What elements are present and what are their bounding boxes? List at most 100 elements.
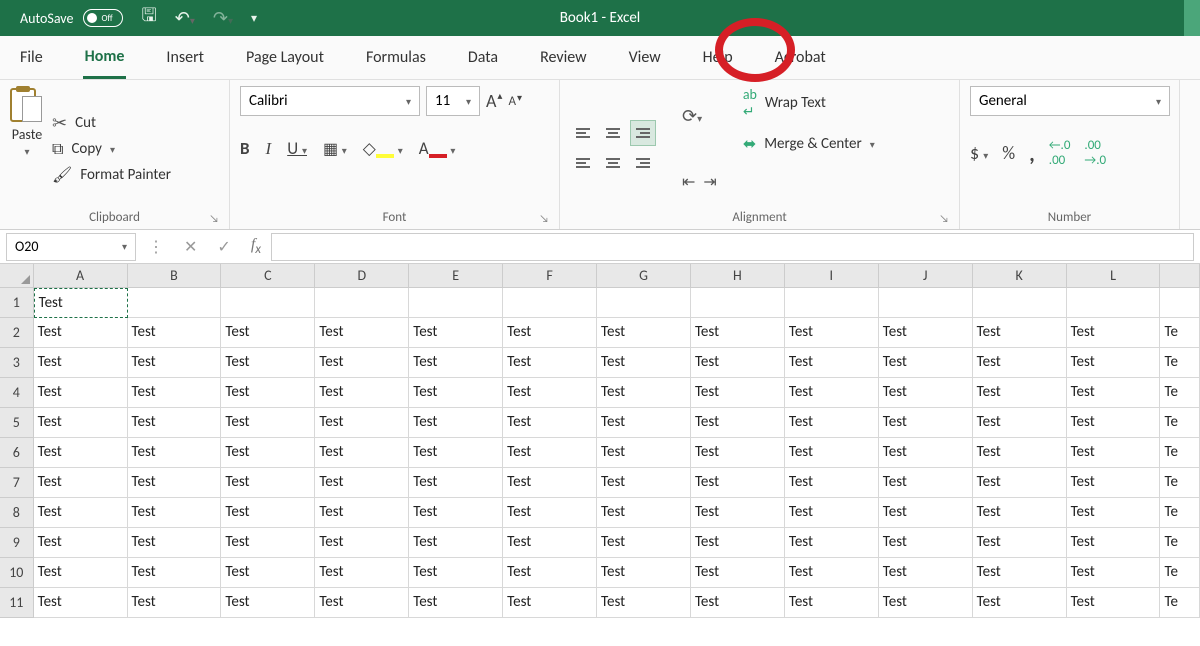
cell[interactable]: Test bbox=[691, 468, 785, 498]
increase-decimal-button[interactable]: ←.0.00 bbox=[1049, 138, 1071, 168]
decrease-decimal-button[interactable]: .00→.0 bbox=[1084, 138, 1106, 168]
cell[interactable]: Test bbox=[973, 408, 1067, 438]
copy-button[interactable]: ⧉ Copy ▾ bbox=[52, 140, 171, 159]
cell[interactable]: Test bbox=[973, 498, 1067, 528]
row-header[interactable]: 6 bbox=[0, 438, 34, 468]
cell[interactable]: Test bbox=[879, 468, 973, 498]
row-header[interactable]: 3 bbox=[0, 348, 34, 378]
cell[interactable]: Test bbox=[879, 498, 973, 528]
row-header[interactable]: 7 bbox=[0, 468, 34, 498]
cell[interactable]: Test bbox=[785, 378, 879, 408]
cell[interactable]: Test bbox=[221, 408, 315, 438]
cell[interactable]: Test bbox=[973, 438, 1067, 468]
cell[interactable]: Test bbox=[691, 498, 785, 528]
cell[interactable]: Te bbox=[1160, 318, 1200, 348]
tab-view[interactable]: View bbox=[627, 38, 663, 77]
cell[interactable]: Test bbox=[221, 468, 315, 498]
tab-file[interactable]: File bbox=[18, 38, 45, 77]
cell[interactable]: Test bbox=[1067, 348, 1161, 378]
row-header[interactable]: 4 bbox=[0, 378, 34, 408]
cell[interactable]: Test bbox=[315, 498, 409, 528]
cell[interactable]: Test bbox=[597, 468, 691, 498]
cell[interactable]: Te bbox=[1160, 498, 1200, 528]
cell[interactable]: Test bbox=[503, 588, 597, 618]
cell[interactable]: Test bbox=[34, 558, 128, 588]
cell[interactable] bbox=[503, 288, 597, 318]
cell[interactable]: Test bbox=[409, 318, 503, 348]
tab-home[interactable]: Home bbox=[83, 37, 127, 79]
cell[interactable]: Test bbox=[597, 498, 691, 528]
tab-data[interactable]: Data bbox=[466, 38, 500, 77]
cell[interactable]: Test bbox=[785, 558, 879, 588]
cell[interactable]: Test bbox=[597, 558, 691, 588]
cell[interactable]: Test bbox=[503, 558, 597, 588]
cell[interactable]: Te bbox=[1160, 558, 1200, 588]
bold-button[interactable]: B bbox=[240, 138, 250, 159]
cell[interactable]: Test bbox=[221, 378, 315, 408]
cell[interactable]: Test bbox=[503, 348, 597, 378]
cell[interactable]: Test bbox=[691, 318, 785, 348]
cell[interactable]: Test bbox=[597, 408, 691, 438]
align-top-center[interactable] bbox=[600, 120, 626, 146]
fill-color-button[interactable]: ◇ ▾ bbox=[363, 138, 403, 159]
row-header[interactable]: 2 bbox=[0, 318, 34, 348]
row-header[interactable]: 10 bbox=[0, 558, 34, 588]
tab-help[interactable]: Help bbox=[701, 38, 735, 77]
cell[interactable] bbox=[315, 288, 409, 318]
cell[interactable]: Test bbox=[409, 378, 503, 408]
number-format-select[interactable]: General▾ bbox=[970, 86, 1170, 116]
cell[interactable]: Te bbox=[1160, 438, 1200, 468]
clipboard-launcher-icon[interactable]: ↘ bbox=[209, 212, 219, 225]
cell[interactable] bbox=[785, 288, 879, 318]
cell[interactable]: Test bbox=[128, 438, 222, 468]
cell[interactable]: Test bbox=[315, 468, 409, 498]
increase-font-icon[interactable]: A▴ bbox=[486, 90, 502, 112]
cell[interactable]: Test bbox=[128, 498, 222, 528]
align-top-left[interactable] bbox=[570, 120, 596, 146]
row-header[interactable]: 1 bbox=[0, 288, 34, 318]
align-top-right[interactable] bbox=[630, 120, 656, 146]
cell[interactable]: Test bbox=[597, 588, 691, 618]
align-bottom-center[interactable] bbox=[600, 150, 626, 176]
cell[interactable]: Test bbox=[128, 378, 222, 408]
cell[interactable]: Te bbox=[1160, 588, 1200, 618]
cell[interactable]: Test bbox=[315, 348, 409, 378]
cell[interactable]: Test bbox=[691, 438, 785, 468]
qat-customize-icon[interactable]: ▾ bbox=[251, 11, 257, 26]
cell[interactable]: Test bbox=[597, 318, 691, 348]
cell[interactable] bbox=[1160, 288, 1200, 318]
cell[interactable]: Test bbox=[409, 498, 503, 528]
cell[interactable]: Test bbox=[34, 288, 128, 318]
cell[interactable]: Test bbox=[691, 558, 785, 588]
cell[interactable]: Test bbox=[128, 468, 222, 498]
decrease-indent-button[interactable]: ⇤ bbox=[682, 172, 695, 192]
col-header[interactable]: H bbox=[691, 264, 785, 288]
cell[interactable]: Test bbox=[128, 408, 222, 438]
row-header[interactable]: 5 bbox=[0, 408, 34, 438]
borders-button[interactable]: ▦ ▾ bbox=[323, 139, 347, 159]
cell[interactable]: Test bbox=[785, 438, 879, 468]
cell[interactable]: Test bbox=[221, 438, 315, 468]
accounting-format-button[interactable]: $ ▾ bbox=[970, 142, 988, 164]
cell[interactable]: Test bbox=[34, 438, 128, 468]
cell[interactable] bbox=[973, 288, 1067, 318]
paste-dropdown-icon[interactable]: ▾ bbox=[24, 145, 29, 158]
cell[interactable]: Test bbox=[1067, 588, 1161, 618]
cut-button[interactable]: ✂ Cut bbox=[52, 112, 171, 134]
cell[interactable]: Test bbox=[409, 588, 503, 618]
formula-input[interactable] bbox=[271, 233, 1194, 261]
decrease-font-icon[interactable]: A▾ bbox=[508, 94, 522, 109]
cell[interactable]: Test bbox=[128, 348, 222, 378]
cell[interactable]: Test bbox=[34, 378, 128, 408]
cell[interactable]: Test bbox=[973, 378, 1067, 408]
cell[interactable]: Test bbox=[597, 528, 691, 558]
cell[interactable]: Test bbox=[973, 318, 1067, 348]
merge-dropdown-icon[interactable]: ▾ bbox=[870, 138, 875, 151]
cell[interactable]: Test bbox=[691, 588, 785, 618]
col-header[interactable]: B bbox=[128, 264, 222, 288]
cell[interactable]: Test bbox=[879, 558, 973, 588]
format-painter-button[interactable]: 🖌 Format Painter bbox=[52, 165, 171, 185]
cell[interactable]: Test bbox=[409, 348, 503, 378]
undo-icon[interactable]: ↶▾ bbox=[175, 7, 195, 29]
align-bottom-right[interactable] bbox=[630, 150, 656, 176]
